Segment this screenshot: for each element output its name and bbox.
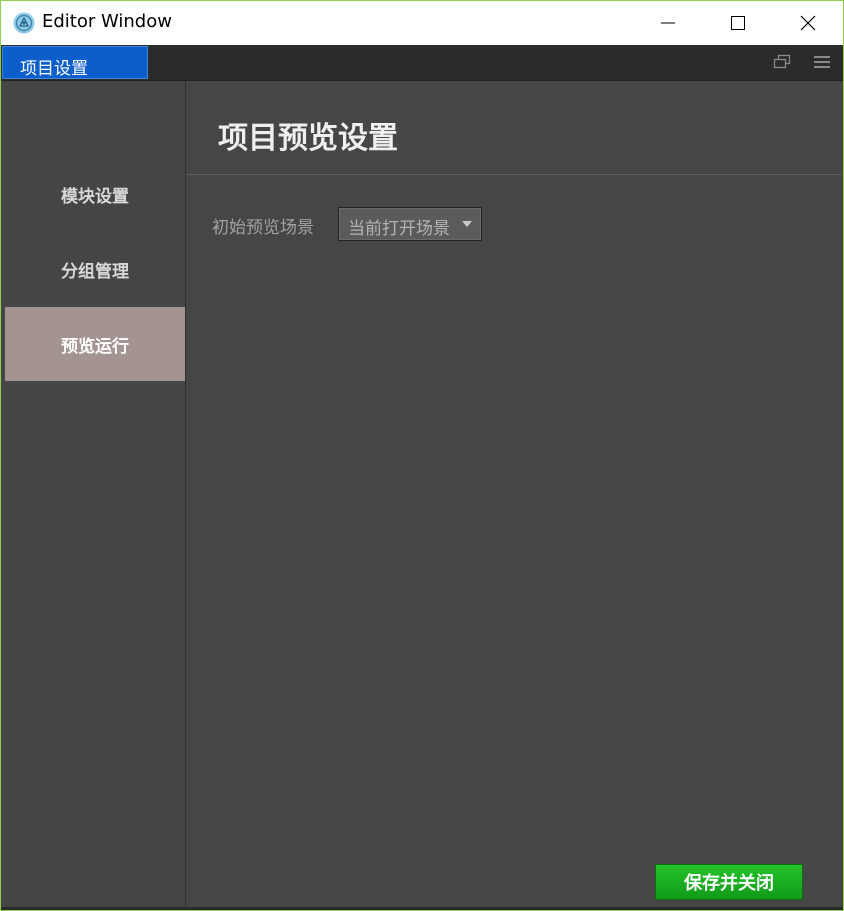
initial-scene-select[interactable]: 当前打开场景	[338, 207, 482, 241]
sidebar-item-label: 模块设置	[61, 186, 129, 207]
initial-scene-label: 初始预览场景	[212, 218, 314, 238]
bottom-border	[1, 907, 843, 910]
title-bar[interactable]: Editor Window	[1, 1, 843, 45]
minimize-icon	[661, 22, 675, 24]
menu-icon[interactable]	[813, 54, 831, 70]
editor-app-icon	[13, 12, 35, 34]
tab-label: 项目设置	[20, 59, 88, 79]
sidebar-item-label: 预览运行	[61, 336, 129, 357]
window-title: Editor Window	[42, 11, 172, 32]
sidebar-item-module-settings[interactable]: 模块设置	[5, 157, 185, 231]
editor-window: Editor Window 项目设置 模块设置 分组管理 预览运行 项目预览设置…	[0, 0, 844, 911]
close-icon	[800, 15, 816, 31]
close-button[interactable]	[773, 1, 843, 45]
sidebar-item-group-management[interactable]: 分组管理	[5, 232, 185, 306]
sidebar-item-preview-run[interactable]: 预览运行	[5, 307, 185, 381]
save-button-label: 保存并关闭	[684, 873, 774, 894]
minimize-button[interactable]	[633, 1, 703, 45]
chevron-down-icon	[462, 221, 472, 227]
maximize-icon	[731, 16, 745, 30]
tab-bar: 项目设置	[1, 45, 843, 81]
save-and-close-button[interactable]: 保存并关闭	[655, 864, 803, 900]
title-divider	[187, 174, 841, 175]
tab-project-settings[interactable]: 项目设置	[2, 46, 148, 79]
select-value: 当前打开场景	[348, 219, 450, 239]
page-title: 项目预览设置	[218, 121, 398, 156]
popout-window-icon[interactable]	[773, 54, 791, 70]
maximize-button[interactable]	[703, 1, 773, 45]
settings-sidebar: 模块设置 分组管理 预览运行	[1, 81, 186, 907]
settings-content: 项目预览设置 初始预览场景 当前打开场景 保存并关闭	[187, 81, 841, 907]
sidebar-item-label: 分组管理	[61, 261, 129, 282]
